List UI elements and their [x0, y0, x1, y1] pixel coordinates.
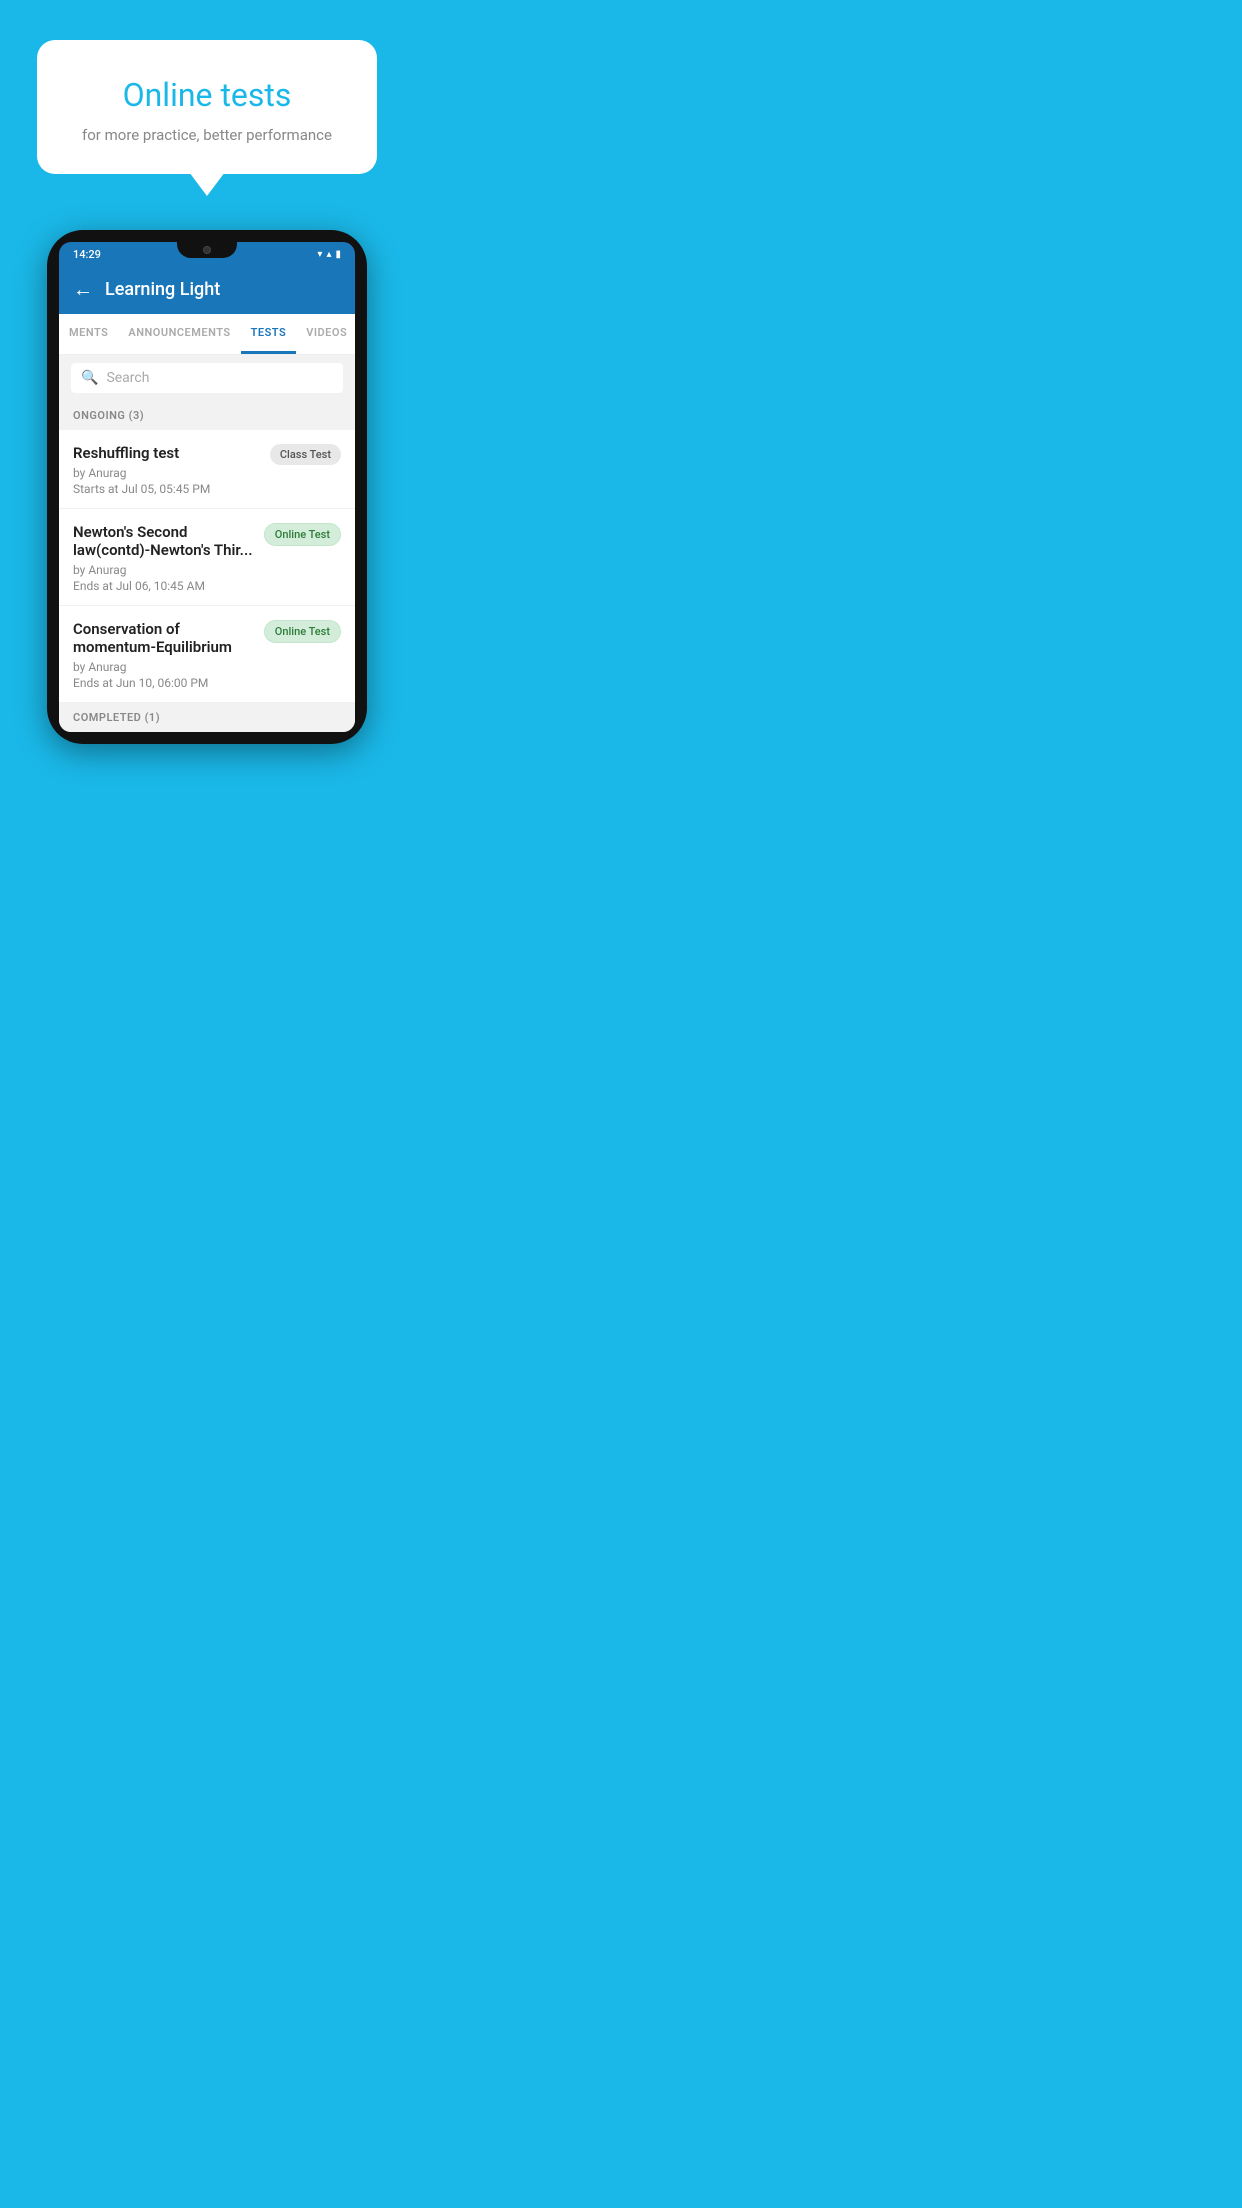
phone-frame: 14:29 ▾ ▴ ▮ ← Learning Light MENTS ANNOU…: [47, 230, 367, 744]
phone-camera: [203, 246, 211, 254]
phone-screen: ← Learning Light MENTS ANNOUNCEMENTS TES…: [59, 265, 355, 732]
wifi-icon: ▾: [317, 249, 322, 260]
signal-icon: ▴: [326, 249, 331, 260]
test-item[interactable]: Conservation of momentum-Equilibrium by …: [59, 606, 355, 703]
search-bar[interactable]: 🔍 Search: [71, 363, 343, 393]
phone-notch: [177, 242, 237, 258]
bubble-subtitle: for more practice, better performance: [77, 126, 337, 144]
test-date: Ends at Jun 10, 06:00 PM: [73, 676, 254, 690]
battery-icon: ▮: [335, 249, 341, 260]
bubble-title: Online tests: [77, 76, 337, 114]
ongoing-section-header: ONGOING (3): [59, 401, 355, 430]
test-badge-class: Class Test: [270, 444, 341, 465]
status-bar: 14:29 ▾ ▴ ▮: [59, 242, 355, 265]
app-header: ← Learning Light: [59, 265, 355, 314]
test-badge-online: Online Test: [264, 620, 341, 643]
test-item[interactable]: Newton's Second law(contd)-Newton's Thir…: [59, 509, 355, 606]
tab-announcements[interactable]: ANNOUNCEMENTS: [118, 314, 240, 354]
test-name: Conservation of momentum-Equilibrium: [73, 620, 254, 656]
test-by: by Anurag: [73, 660, 254, 674]
status-time: 14:29: [73, 248, 101, 261]
test-info: Reshuffling test by Anurag Starts at Jul…: [73, 444, 270, 496]
test-by: by Anurag: [73, 563, 254, 577]
search-icon: 🔍: [81, 370, 98, 386]
back-button[interactable]: ←: [73, 277, 93, 302]
test-info: Conservation of momentum-Equilibrium by …: [73, 620, 264, 690]
test-name: Reshuffling test: [73, 444, 260, 462]
test-date: Ends at Jul 06, 10:45 AM: [73, 579, 254, 593]
search-container: 🔍 Search: [59, 355, 355, 401]
test-info: Newton's Second law(contd)-Newton's Thir…: [73, 523, 264, 593]
test-by: by Anurag: [73, 466, 260, 480]
completed-section-header: COMPLETED (1): [59, 703, 355, 732]
tab-ments[interactable]: MENTS: [59, 314, 118, 354]
tabs-bar: MENTS ANNOUNCEMENTS TESTS VIDEOS: [59, 314, 355, 355]
test-date: Starts at Jul 05, 05:45 PM: [73, 482, 260, 496]
test-name: Newton's Second law(contd)-Newton's Thir…: [73, 523, 254, 559]
tab-tests[interactable]: TESTS: [241, 314, 297, 354]
tab-videos[interactable]: VIDEOS: [296, 314, 355, 354]
app-title: Learning Light: [105, 279, 220, 300]
test-badge-online: Online Test: [264, 523, 341, 546]
test-item[interactable]: Reshuffling test by Anurag Starts at Jul…: [59, 430, 355, 509]
speech-bubble: Online tests for more practice, better p…: [37, 40, 377, 174]
search-placeholder: Search: [106, 370, 149, 386]
status-icons: ▾ ▴ ▮: [317, 249, 341, 260]
